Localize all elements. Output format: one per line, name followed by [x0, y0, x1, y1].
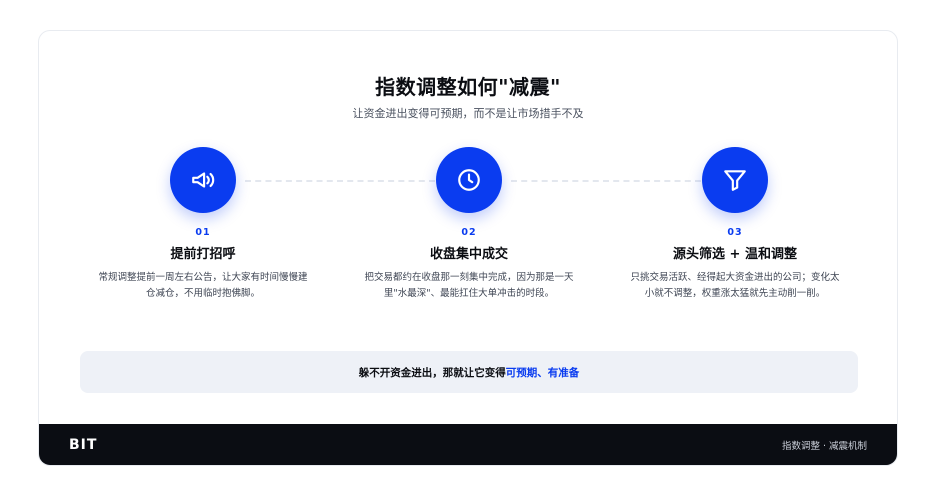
- step-number: 01: [195, 227, 211, 238]
- page-title: 指数调整如何"减震": [375, 75, 561, 99]
- clock-icon: [458, 169, 480, 191]
- step-title: 源头筛选 + 温和调整: [673, 247, 797, 262]
- banner-text: 躲不开资金进出，那就让它变得: [358, 366, 506, 379]
- step-title: 提前打招呼: [170, 247, 236, 262]
- step-icon-circle: [436, 147, 502, 213]
- step-description: 只挑交易活跃、经得起大资金进出的公司；变化太小就不调整，权重涨太猛就先主动削一削…: [630, 272, 840, 299]
- summary-banner: 躲不开资金进出，那就让它变得 可预期、有准备: [80, 351, 858, 393]
- brand-logo: BIT: [69, 436, 98, 453]
- content-card: 指数调整如何"减震" 让资金进出变得可预期，而不是让市场措手不及 01 提前打招…: [38, 30, 898, 466]
- filter-icon: [724, 170, 746, 191]
- step-3: 03 源头筛选 + 温和调整 只挑交易活跃、经得起大资金进出的公司；变化太小就不…: [615, 147, 855, 302]
- footer-note: 指数调整 · 减震机制: [781, 440, 867, 452]
- megaphone-icon: [192, 172, 215, 188]
- footer: BIT 指数调整 · 减震机制: [39, 424, 897, 465]
- banner-highlight: 可预期、有准备: [505, 366, 580, 379]
- step-number: 03: [727, 227, 743, 238]
- step-icon-circle: [170, 147, 236, 213]
- step-icon-circle: [702, 147, 768, 213]
- step-description: 常规调整提前一周左右公告，让大家有时间慢慢建仓减仓，不用临时抱佛脚。: [98, 272, 308, 299]
- step-number: 02: [461, 227, 477, 238]
- page-subtitle: 让资金进出变得可预期，而不是让市场措手不及: [352, 107, 584, 120]
- step-1: 01 提前打招呼 常规调整提前一周左右公告，让大家有时间慢慢建仓减仓，不用临时抱…: [83, 147, 323, 302]
- step-description: 把交易都约在收盘那一刻集中完成，因为那是一天里"水最深"、最能扛住大单冲击的时段…: [364, 272, 574, 299]
- step-title: 收盘集中成交: [429, 247, 508, 262]
- step-2: 02 收盘集中成交 把交易都约在收盘那一刻集中完成，因为那是一天里"水最深"、最…: [349, 147, 589, 302]
